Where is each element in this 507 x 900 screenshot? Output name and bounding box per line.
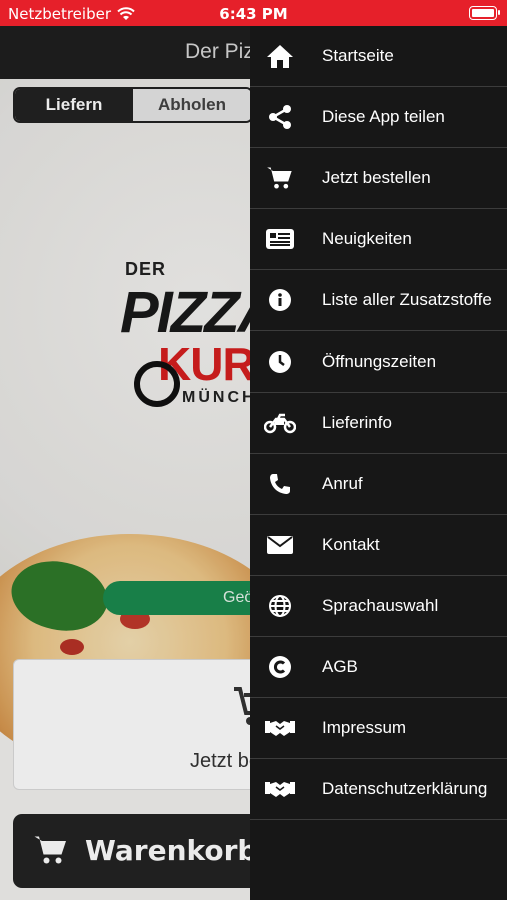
- menu-item-label: Öffnungszeiten: [322, 351, 437, 371]
- menu-item-label: Impressum: [322, 718, 407, 738]
- menu-item-oeffnungszeiten[interactable]: Öffnungszeiten: [250, 331, 507, 393]
- home-icon: [264, 40, 296, 72]
- menu-item-zusatzstoffe[interactable]: Liste aller Zusatzstoffe: [250, 270, 507, 332]
- menu-item-anruf[interactable]: Anruf: [250, 454, 507, 515]
- cart-icon: [264, 162, 296, 194]
- handshake-icon: [264, 712, 296, 744]
- menu-item-label: Kontakt: [322, 534, 380, 554]
- clock-icon: [264, 346, 296, 378]
- share-icon: [264, 101, 296, 133]
- menu-item-startseite[interactable]: Startseite: [250, 26, 507, 88]
- menu-item-agb[interactable]: AGB: [250, 637, 507, 699]
- navigation-drawer: Startseite Diese App teilen Jetzt bestel…: [250, 26, 507, 900]
- menu-item-label: Anruf: [322, 473, 363, 493]
- menu-item-label: Liste aller Zusatzstoffe: [322, 290, 492, 310]
- menu-item-label: Jetzt bestellen: [322, 168, 431, 188]
- menu-item-label: Startseite: [322, 46, 394, 66]
- menu-item-neuigkeiten[interactable]: Neuigkeiten: [250, 209, 507, 271]
- menu-item-lieferinfo[interactable]: Lieferinfo: [250, 393, 507, 454]
- menu-item-label: AGB: [322, 656, 358, 676]
- menu-item-jetzt-bestellen[interactable]: Jetzt bestellen: [250, 148, 507, 210]
- globe-icon: [264, 590, 296, 622]
- menu-item-label: Lieferinfo: [322, 412, 392, 432]
- info-icon: [264, 284, 296, 316]
- menu-item-app-teilen[interactable]: Diese App teilen: [250, 87, 507, 149]
- clock-time: 6:43 PM: [219, 5, 288, 23]
- menu-item-impressum[interactable]: Impressum: [250, 698, 507, 760]
- menu-item-kontakt[interactable]: Kontakt: [250, 515, 507, 576]
- battery-icon: [469, 6, 500, 20]
- menu-item-datenschutz[interactable]: Datenschutzerklärung: [250, 759, 507, 821]
- status-bar: Netzbetreiber 6:43 PM: [0, 0, 507, 26]
- motorcycle-icon: [264, 407, 296, 439]
- mail-icon: [264, 529, 296, 561]
- menu-item-sprachauswahl[interactable]: Sprachauswahl: [250, 576, 507, 637]
- news-icon: [264, 223, 296, 255]
- menu-item-label: Sprachauswahl: [322, 595, 439, 615]
- phone-icon: [264, 468, 296, 500]
- handshake-icon: [264, 773, 296, 805]
- copyright-icon: [264, 651, 296, 683]
- menu-item-label: Datenschutzerklärung: [322, 779, 488, 799]
- menu-item-label: Neuigkeiten: [322, 229, 412, 249]
- menu-item-label: Diese App teilen: [322, 107, 445, 127]
